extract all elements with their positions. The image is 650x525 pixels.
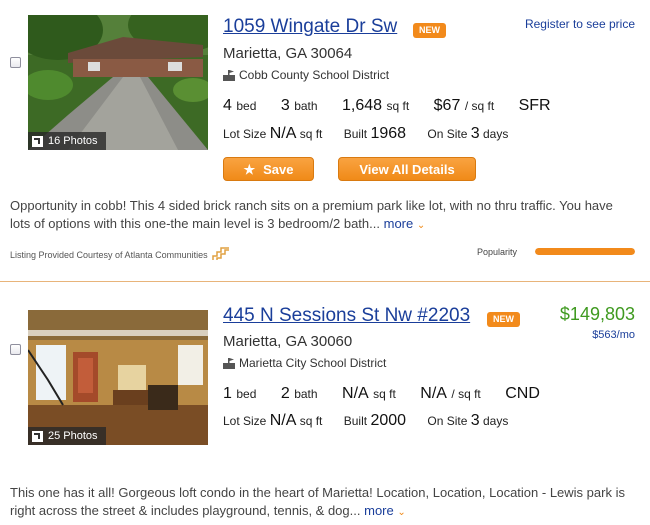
- property-type: CND: [505, 385, 540, 402]
- listing-description: Opportunity in cobb! This 4 sided brick …: [10, 197, 635, 235]
- onsite-label: On Site: [427, 127, 468, 141]
- photo-count: 25 Photos: [48, 430, 98, 442]
- price-per-sqft-value: $67: [433, 97, 461, 114]
- sqft-value: 1,648: [342, 97, 383, 114]
- listing-description: This one has it all! Gorgeous loft condo…: [10, 484, 635, 522]
- monthly-payment-link[interactable]: $563/mo: [592, 329, 635, 341]
- price-per-sqft-label: / sq ft: [464, 99, 495, 113]
- more-link[interactable]: more ⌄: [364, 503, 406, 518]
- onsite-label: On Site: [427, 414, 468, 428]
- baths-value: 2: [280, 385, 290, 402]
- new-badge: NEW: [413, 23, 446, 38]
- sqft-label: sq ft: [386, 99, 410, 113]
- baths-label: bath: [294, 99, 318, 113]
- popularity-fill: [535, 248, 635, 255]
- register-price-link[interactable]: Register to see price: [525, 17, 635, 31]
- built-label: Built: [343, 414, 368, 428]
- description-text: Opportunity in cobb! This 4 sided brick …: [10, 198, 613, 231]
- listing-address-link[interactable]: 445 N Sessions St Nw #2203: [223, 305, 470, 327]
- listing-stats: 1 bed 2 bath N/A sq ft N/A / sq ft CND: [223, 385, 540, 403]
- school-icon: [223, 69, 235, 81]
- new-badge: NEW: [487, 312, 520, 327]
- onsite-unit: days: [483, 127, 509, 141]
- school-district-label: Marietta City School District: [239, 356, 387, 370]
- sqft-value: N/A: [342, 385, 369, 402]
- listing-courtesy: Listing Provided Courtesy of Atlanta Com…: [10, 247, 230, 263]
- star-icon: ★: [243, 162, 256, 177]
- listing-city: Marietta, GA 30060: [223, 333, 353, 350]
- courtesy-text: Listing Provided Courtesy of Atlanta Com…: [10, 250, 208, 260]
- expand-icon: [32, 430, 43, 442]
- lot-value: N/A: [269, 125, 297, 142]
- lot-unit: sq ft: [299, 127, 323, 141]
- onsite-value: 3: [470, 412, 480, 429]
- onsite-unit: days: [483, 414, 509, 428]
- save-label: Save: [263, 162, 294, 177]
- view-all-details-button[interactable]: View All Details: [338, 157, 476, 181]
- beds-value: 4: [223, 97, 232, 114]
- school-district: Marietta City School District: [223, 356, 386, 370]
- select-checkbox[interactable]: [10, 57, 21, 68]
- school-district: Cobb County School District: [223, 68, 389, 82]
- built-value: 1968: [370, 125, 407, 142]
- lot-label: Lot Size: [223, 127, 267, 141]
- listing-lot-info: Lot Size N/A sq ft Built 1968 On Site 3 …: [223, 125, 508, 143]
- select-checkbox[interactable]: [10, 344, 21, 355]
- lot-value: N/A: [269, 412, 297, 429]
- lot-unit: sq ft: [299, 414, 323, 428]
- chevron-down-icon: ⌄: [397, 507, 406, 518]
- listing-address-link[interactable]: 1059 Wingate Dr Sw: [223, 16, 397, 38]
- listing-card: 16 Photos 1059 Wingate Dr Sw NEW Registe…: [0, 0, 650, 285]
- school-district-label: Cobb County School District: [239, 68, 390, 82]
- mls-logo-icon: [211, 247, 230, 263]
- baths-value: 3: [280, 97, 290, 114]
- price-per-sqft-value: N/A: [420, 385, 447, 402]
- price-per-sqft-label: / sq ft: [451, 387, 481, 401]
- listing-lot-info: Lot Size N/A sq ft Built 2000 On Site 3 …: [223, 412, 508, 430]
- built-label: Built: [343, 127, 368, 141]
- property-type: SFR: [518, 97, 551, 114]
- chevron-down-icon: ⌄: [416, 220, 426, 231]
- listing-stats: 4 bed 3 bath 1,648 sq ft $67 / sq ft SFR: [223, 97, 551, 115]
- beds-value: 1: [223, 385, 232, 402]
- listing-divider: [0, 281, 650, 282]
- baths-label: bath: [294, 387, 318, 401]
- more-link[interactable]: more ⌄: [384, 216, 426, 231]
- listing-photo[interactable]: 25 Photos: [28, 310, 208, 445]
- listing-city: Marietta, GA 30064: [223, 45, 353, 62]
- beds-label: bed: [236, 387, 257, 401]
- description-text: This one has it all! Gorgeous loft condo…: [10, 485, 625, 518]
- listing-photo[interactable]: 16 Photos: [28, 15, 208, 150]
- built-value: 2000: [370, 412, 407, 429]
- listing-price: $149,803: [559, 304, 635, 324]
- photo-count: 16 Photos: [48, 135, 98, 147]
- save-button[interactable]: ★ Save: [223, 157, 314, 181]
- photo-count-badge[interactable]: 25 Photos: [28, 427, 106, 445]
- beds-label: bed: [236, 99, 257, 113]
- listing-card: 25 Photos 445 N Sessions St Nw #2203 NEW…: [0, 285, 650, 525]
- popularity-bar: [535, 248, 635, 255]
- onsite-value: 3: [470, 125, 480, 142]
- expand-icon: [32, 135, 43, 147]
- popularity-label: Popularity: [477, 247, 518, 257]
- photo-count-badge[interactable]: 16 Photos: [28, 132, 106, 150]
- lot-label: Lot Size: [223, 414, 267, 428]
- school-icon: [223, 357, 235, 369]
- sqft-label: sq ft: [373, 387, 396, 401]
